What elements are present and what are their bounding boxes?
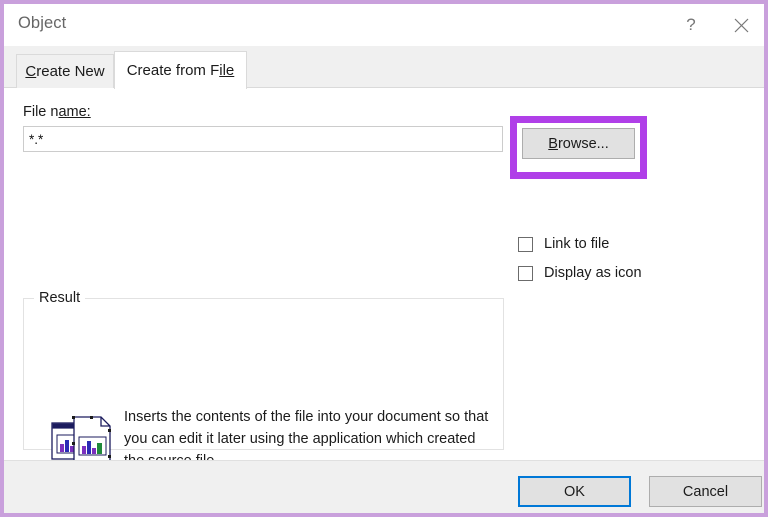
checkbox-link-to-file[interactable]: Link to file xyxy=(518,236,609,252)
tab-create-new[interactable]: Create New xyxy=(16,54,114,88)
browse-button[interactable]: Browse... xyxy=(522,128,635,159)
checkbox-link-to-file-box[interactable] xyxy=(518,236,533,252)
question-mark-icon: ? xyxy=(686,15,696,34)
object-dialog: Object ? Create New Create from File Fil… xyxy=(4,4,764,513)
ok-button[interactable]: OK xyxy=(518,476,631,507)
dialog-titlebar: Object ? xyxy=(4,4,764,46)
checkbox-display-as-icon-box[interactable] xyxy=(518,265,533,281)
checkbox-link-to-file-label: Link to file xyxy=(544,236,610,252)
browse-button-label: Browse... xyxy=(548,135,609,152)
dialog-title: Object xyxy=(18,14,67,32)
tab-strip: Create New Create from File xyxy=(4,46,764,89)
checkbox-display-as-icon[interactable]: Display as icon xyxy=(518,265,642,281)
result-group-legend: Result xyxy=(34,290,86,306)
filename-label: File name: xyxy=(23,104,91,120)
checkbox-display-as-icon-label: Display as icon xyxy=(544,265,642,281)
close-button[interactable] xyxy=(718,4,764,46)
dialog-footer: OK Cancel xyxy=(4,460,764,513)
help-button[interactable]: ? xyxy=(668,4,714,46)
ok-button-label: OK xyxy=(564,483,585,500)
dialog-content: File name: Browse... Link to file Displa… xyxy=(4,88,764,471)
tab-create-new-label: Create New xyxy=(25,63,105,80)
cancel-button-label: Cancel xyxy=(682,483,729,500)
screenshot-root: Object ? Create New Create from File Fil… xyxy=(0,0,768,517)
cancel-button[interactable]: Cancel xyxy=(649,476,762,507)
close-icon xyxy=(734,18,749,33)
tab-create-from-file[interactable]: Create from File xyxy=(114,51,247,89)
tab-create-from-file-label: Create from File xyxy=(126,62,235,79)
filename-input[interactable] xyxy=(23,126,503,152)
